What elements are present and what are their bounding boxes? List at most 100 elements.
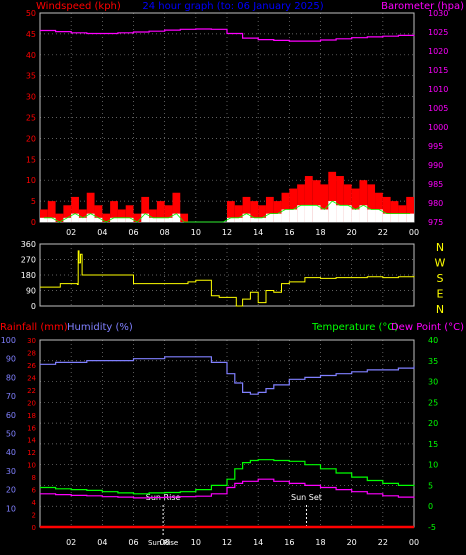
temperature-tick-label: 25	[428, 398, 438, 407]
avg-wind-bar	[273, 213, 282, 222]
humidity-tick-label: 40	[6, 448, 16, 457]
avg-wind-bar	[164, 217, 173, 222]
time-tick-label: 02	[66, 228, 76, 237]
time-tick-label: 16	[284, 228, 294, 237]
time-tick-label: 22	[378, 538, 388, 547]
barometer-tick-label: 1000	[428, 123, 448, 132]
windspeed-bar	[180, 213, 189, 222]
avg-wind-bar	[359, 205, 368, 222]
time-tick-label: 02	[66, 538, 76, 547]
rainfall-tick-label: 30	[27, 337, 36, 345]
avg-wind-bar	[227, 217, 235, 222]
avg-wind-bar	[78, 217, 87, 222]
time-tick-label: 20	[347, 228, 357, 237]
time-tick-label: 20	[347, 538, 357, 547]
direction-tick-label: 90	[26, 287, 36, 296]
direction-tick-label: 180	[21, 271, 36, 280]
humidity-tick-label: 100	[1, 336, 16, 345]
humidity-tick-label: 20	[6, 486, 16, 495]
time-tick-label: 06	[128, 538, 138, 547]
climate-panel-data	[40, 356, 415, 529]
time-tick-label: 00	[409, 538, 419, 547]
time-tick-label: 12	[222, 538, 232, 547]
barometer-tick-label: 1005	[428, 104, 448, 113]
windspeed-tick-label: 0	[31, 218, 36, 227]
barometer-tick-label: 1025	[428, 28, 448, 37]
temperature-tick-label: 35	[428, 357, 438, 366]
direction-tick-label: 270	[21, 256, 36, 265]
humidity-tick-label: 60	[6, 411, 16, 420]
avg-wind-bar	[250, 217, 259, 222]
windspeed-tick-label: 30	[26, 93, 36, 102]
avg-wind-bar	[382, 213, 391, 222]
humidity-tick-label: 50	[6, 430, 16, 439]
windspeed-tick-label: 50	[26, 9, 36, 18]
rainfall-tick-label: 12	[27, 449, 36, 457]
direction-tick-label: 360	[21, 240, 36, 249]
avg-wind-bar	[40, 217, 48, 222]
avg-wind-bar	[343, 205, 352, 222]
avg-wind-bar	[94, 217, 103, 222]
rainfall-tick-label: 2	[32, 512, 36, 520]
humidity-tick-label: 80	[6, 373, 16, 382]
compass-label: N	[436, 241, 444, 254]
sunrise-axis-label: Sun Rise	[148, 539, 178, 547]
humidity-tick-label: 70	[6, 392, 16, 401]
rainfall-tick-label: 0	[32, 524, 36, 532]
time-tick-label: 22	[378, 228, 388, 237]
windspeed-tick-label: 25	[26, 114, 36, 123]
compass-label: W	[435, 257, 446, 270]
avg-wind-bar	[47, 217, 56, 222]
windspeed-tick-label: 35	[26, 72, 36, 81]
time-tick-label: 10	[191, 538, 201, 547]
rainfall-tick-label: 14	[27, 437, 36, 445]
barometer-tick-label: 990	[428, 161, 443, 170]
barometer-line	[40, 28, 415, 42]
time-tick-label: 08	[160, 228, 170, 237]
windspeed-tick-label: 20	[26, 134, 36, 143]
rainfall-axis-label: Rainfall (mm)	[0, 322, 68, 333]
humidity-tick-label: 10	[6, 504, 16, 513]
time-tick-label: 18	[315, 228, 325, 237]
avg-wind-bar	[149, 217, 157, 222]
avg-wind-bar	[63, 217, 72, 222]
time-tick-label: 16	[284, 538, 294, 547]
avg-wind-bar	[320, 209, 329, 222]
time-tick-label: 18	[315, 538, 325, 547]
time-tick-label: 04	[97, 228, 107, 237]
avg-wind-bar	[406, 213, 414, 222]
rainfall-tick-label: 26	[27, 362, 36, 370]
avg-wind-bar	[398, 213, 407, 222]
temperature-axis-label: Temperature (°C)	[311, 322, 398, 333]
humidity-axis-label: Humidity (%)	[67, 322, 133, 333]
windspeed-tick-label: 5	[31, 197, 36, 206]
temperature-tick-label: 40	[428, 336, 438, 345]
barometer-tick-label: 1010	[428, 85, 448, 94]
rainfall-tick-label: 28	[27, 349, 36, 357]
weather-chart: 0510152025303540455097598098599099510001…	[0, 1, 464, 547]
rainfall-tick-label: 24	[27, 374, 36, 382]
compass-label: N	[436, 303, 444, 316]
windspeed-tick-label: 15	[26, 155, 36, 164]
chart-title: 24 hour graph (to: 06 January 2025)	[142, 1, 323, 12]
time-tick-label: 14	[253, 538, 263, 547]
rainfall-tick-label: 4	[32, 499, 37, 507]
barometer-tick-label: 985	[428, 180, 443, 189]
time-tick-label: 12	[222, 228, 232, 237]
time-tick-label: 00	[409, 228, 419, 237]
climate-panel-grid: 1020304050607080901000246810121416182022…	[1, 336, 438, 547]
avg-wind-bar	[312, 205, 321, 222]
rainfall-tick-label: 20	[27, 399, 36, 407]
avg-wind-bar	[390, 213, 399, 222]
dewpoint-axis-label: Dew Point (°C)	[391, 322, 464, 333]
avg-wind-bar	[336, 205, 344, 222]
avg-wind-bar	[234, 217, 243, 222]
avg-wind-bar	[117, 217, 126, 222]
rainfall-tick-label: 18	[27, 412, 36, 420]
temperature-tick-label: 20	[428, 419, 438, 428]
temperature-tick-label: 5	[428, 481, 433, 490]
humidity-tick-label: 90	[6, 355, 16, 364]
direction-tick-label: 0	[31, 302, 36, 311]
avg-wind-bar	[351, 209, 360, 222]
barometer-tick-label: 975	[428, 218, 443, 227]
